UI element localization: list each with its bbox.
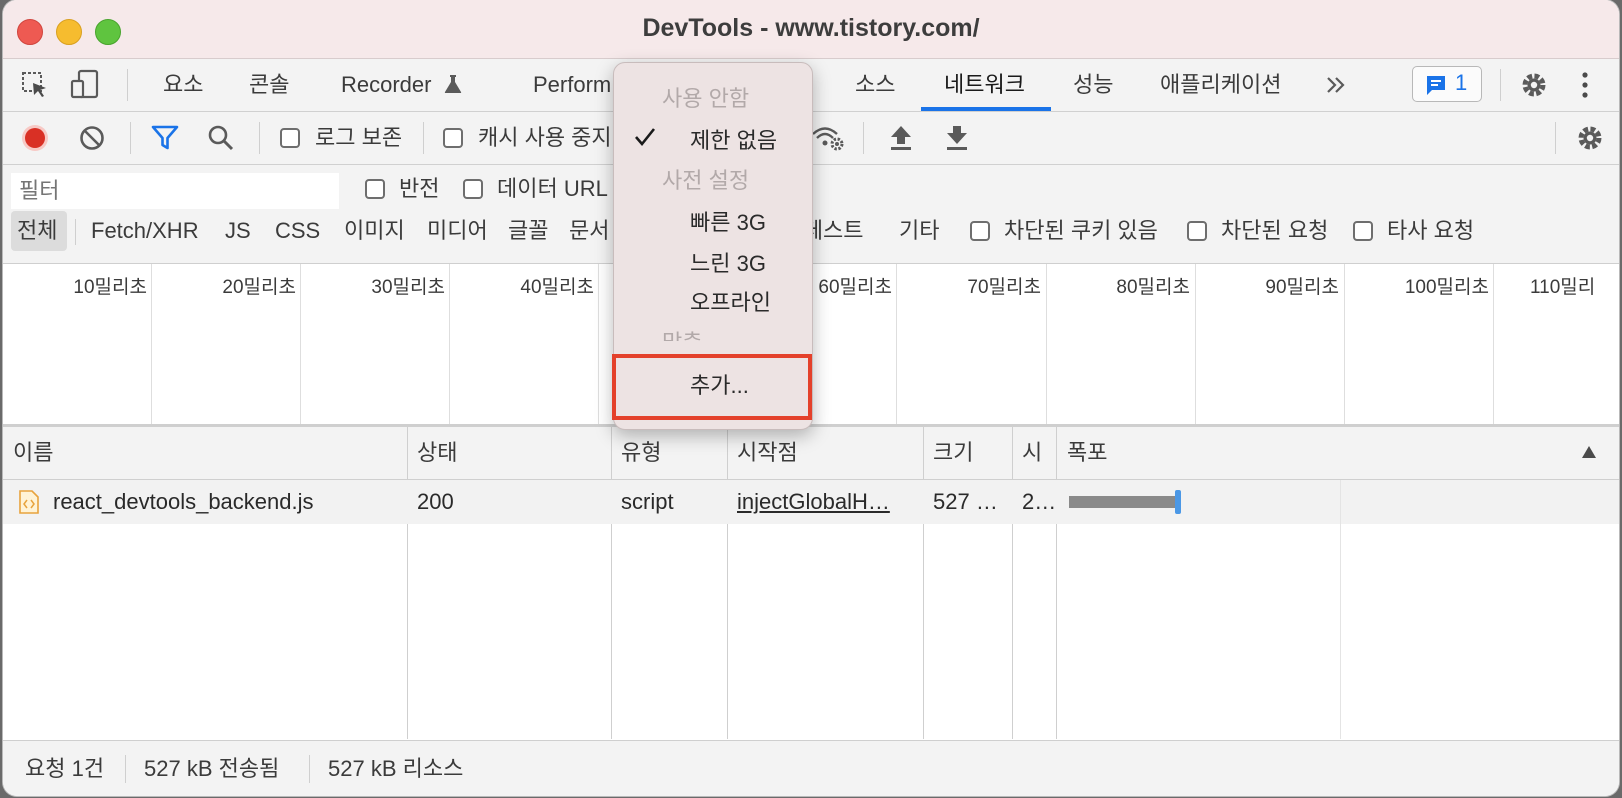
menu-item-offline[interactable]: 오프라인 xyxy=(690,285,771,317)
status-transferred: 527 kB 전송됨 xyxy=(144,756,280,781)
cell-type: script xyxy=(621,489,674,514)
network-conditions-icon[interactable] xyxy=(811,124,845,157)
filter-type-media[interactable]: 미디어 xyxy=(427,217,488,245)
cell-name: react_devtools_backend.js xyxy=(53,489,314,514)
menu-item-no-throttling[interactable]: 제한 없음 xyxy=(690,123,777,155)
inspect-element-icon[interactable] xyxy=(21,71,49,104)
filter-type-js[interactable]: JS xyxy=(225,217,251,245)
filter-type-font[interactable]: 글꼴 xyxy=(508,217,548,245)
tab-recorder-label: Recorder xyxy=(341,72,432,97)
tab-performance-insights[interactable]: Perform xyxy=(533,59,611,111)
clear-icon[interactable] xyxy=(79,125,105,156)
column-name[interactable]: 이름 xyxy=(13,427,53,479)
timeline-tick-label: 90밀리초 xyxy=(1265,277,1339,298)
hide-data-urls-checkbox[interactable] xyxy=(463,179,483,199)
issues-button[interactable]: 1 xyxy=(1412,66,1482,102)
column-status[interactable]: 상태 xyxy=(417,427,457,479)
menu-item-slow-3g[interactable]: 느린 3G xyxy=(690,246,766,278)
disable-cache-checkbox[interactable] xyxy=(443,128,463,148)
timeline-tick-label: 80밀리초 xyxy=(1116,277,1190,298)
filter-icon[interactable] xyxy=(151,124,179,157)
issues-count: 1 xyxy=(1455,70,1468,95)
column-waterfall[interactable]: 폭포 xyxy=(1067,427,1107,479)
column-size[interactable]: 크기 xyxy=(933,427,973,479)
cell-status: 200 xyxy=(417,489,454,514)
tab-elements[interactable]: 요소 xyxy=(163,59,203,111)
timeline-tick-label: 30밀리초 xyxy=(371,277,445,298)
preserve-log-checkbox[interactable] xyxy=(280,128,300,148)
filter-type-all-label: 전체 xyxy=(17,218,58,243)
invert-checkbox[interactable] xyxy=(365,179,385,199)
script-file-icon xyxy=(19,490,39,519)
invert-label: 반전 xyxy=(399,176,440,201)
third-party-label: 타사 요청 xyxy=(1387,218,1475,243)
search-icon[interactable] xyxy=(207,124,235,157)
export-har-icon[interactable] xyxy=(944,124,970,157)
record-icon[interactable] xyxy=(21,124,49,157)
column-time[interactable]: 시 xyxy=(1022,427,1042,479)
tab-sources[interactable]: 소스 xyxy=(855,59,895,111)
devtools-window: DevTools - www.tistory.com/ 요소 콘솔 Record… xyxy=(3,0,1619,796)
hide-data-urls-label: 데이터 URL xyxy=(497,176,608,201)
device-toolbar-icon[interactable] xyxy=(70,69,102,106)
cell-time: 2… xyxy=(1022,489,1056,514)
network-settings-gear-icon[interactable] xyxy=(1575,123,1605,158)
filter-type-other[interactable]: 기타 xyxy=(899,217,939,245)
filter-type-fetch-xhr[interactable]: Fetch/XHR xyxy=(91,217,199,245)
import-har-icon[interactable] xyxy=(888,124,914,157)
timeline-tick-label: 40밀리초 xyxy=(520,277,594,298)
highlight-box xyxy=(612,354,812,420)
window-title: DevTools - www.tistory.com/ xyxy=(642,14,980,42)
blocked-requests-checkbox[interactable] xyxy=(1187,221,1207,241)
checkmark-icon xyxy=(634,127,656,152)
requests-table: 이름 상태 유형 시작점 크기 시 폭포 react_devtools_back… xyxy=(3,427,1619,739)
cell-initiator-link[interactable]: injectGlobalH… xyxy=(737,480,921,524)
double-chevron-right-icon[interactable] xyxy=(1325,73,1347,102)
column-initiator[interactable]: 시작점 xyxy=(737,427,798,479)
more-options-icon[interactable] xyxy=(1581,69,1589,106)
tab-console[interactable]: 콘솔 xyxy=(249,59,289,111)
menu-header-disabled: 사용 안함 xyxy=(662,86,750,111)
column-type[interactable]: 유형 xyxy=(621,427,661,479)
cell-size: 527 … xyxy=(933,489,998,514)
triangle-up-icon[interactable] xyxy=(1581,445,1597,464)
blocked-cookies-label: 차단된 쿠키 있음 xyxy=(1004,218,1158,243)
timeline-tick-label: 110밀리 xyxy=(1530,277,1596,298)
timeline-tick-label: 20밀리초 xyxy=(222,277,296,298)
title-bar: DevTools - www.tistory.com/ xyxy=(3,0,1619,59)
settings-gear-icon[interactable] xyxy=(1519,70,1549,105)
menu-header-presets: 사전 설정 xyxy=(662,168,750,193)
filter-input[interactable] xyxy=(11,173,339,209)
table-header: 이름 상태 유형 시작점 크기 시 폭포 xyxy=(3,427,1619,480)
timeline-tick-label: 70밀리초 xyxy=(967,277,1041,298)
blocked-cookies-checkbox[interactable] xyxy=(970,221,990,241)
flask-icon xyxy=(444,61,462,113)
tab-recorder[interactable]: Recorder xyxy=(341,59,462,111)
table-row[interactable]: react_devtools_backend.js 200 script inj… xyxy=(3,480,1619,524)
disable-cache-label: 캐시 사용 중지 xyxy=(478,125,612,150)
status-requests: 요청 1건 xyxy=(25,756,105,781)
blocked-requests-label: 차단된 요청 xyxy=(1221,218,1329,243)
issues-icon xyxy=(1425,74,1447,101)
filter-type-css[interactable]: CSS xyxy=(275,217,320,245)
filter-type-img[interactable]: 이미지 xyxy=(344,217,405,245)
filter-type-all[interactable]: 전체 xyxy=(11,211,67,251)
timeline-tick-label: 10밀리초 xyxy=(73,277,147,298)
tab-application[interactable]: 애플리케이션 xyxy=(1160,59,1281,111)
third-party-checkbox[interactable] xyxy=(1353,221,1373,241)
waterfall-bar xyxy=(1069,496,1175,508)
status-resources: 527 kB 리소스 xyxy=(328,756,464,781)
tab-network[interactable]: 네트워크 xyxy=(944,59,1025,111)
menu-item-fast-3g[interactable]: 빠른 3G xyxy=(690,205,766,237)
timeline-tick-label: 100밀리초 xyxy=(1404,277,1489,298)
active-tab-indicator xyxy=(921,107,1051,111)
tab-performance[interactable]: 성능 xyxy=(1073,59,1113,111)
waterfall-marker xyxy=(1175,490,1181,514)
preserve-log-label: 로그 보존 xyxy=(315,125,403,150)
filter-type-doc[interactable]: 문서 xyxy=(569,217,609,245)
status-bar: 요청 1건 527 kB 전송됨 527 kB 리소스 xyxy=(3,740,1619,796)
menu-header-custom: 맞춤 xyxy=(662,325,702,341)
